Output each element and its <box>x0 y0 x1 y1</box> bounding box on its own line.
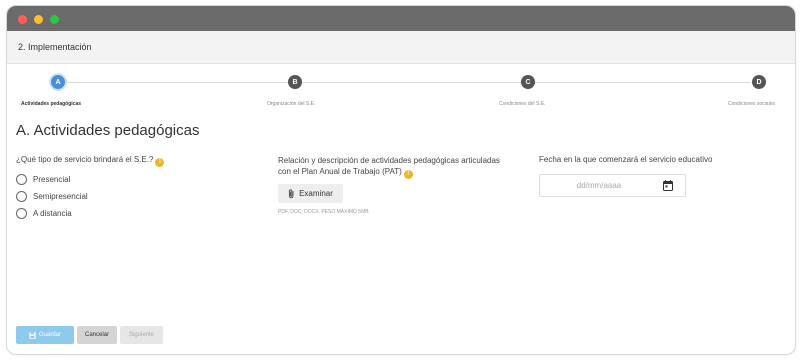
save-button-label: Guardar <box>38 332 61 338</box>
cancel-button-label: Cancelar <box>84 332 109 338</box>
radio-label: A distancia <box>33 209 72 218</box>
start-date-field[interactable] <box>539 174 686 197</box>
step-b-label[interactable]: Organización del S.E. <box>267 101 315 107</box>
radio-option-a-distancia[interactable]: A distancia <box>16 208 72 219</box>
pat-label: Relación y descripción de actividades pe… <box>278 155 500 179</box>
pat-label-line-1: Relación y descripción de actividades pe… <box>278 156 500 165</box>
file-format-hint: PDF, DOC, DOCX. PESO MÁXIMO 5MB <box>278 209 369 215</box>
service-type-label: ¿Qué tipo de servicio brindará el S.E.?! <box>16 155 165 167</box>
service-type-question: ¿Qué tipo de servicio brindará el S.E.? <box>16 155 154 164</box>
section-title: A. Actividades pedagógicas <box>16 122 200 139</box>
step-b-letter: B <box>292 78 298 86</box>
step-d-label[interactable]: Condiciones sociales <box>728 101 775 107</box>
step-d-letter: D <box>756 78 762 86</box>
start-date-label: Fecha en la que comenzará el servicio ed… <box>539 155 713 164</box>
step-c-letter: C <box>525 78 531 86</box>
next-button[interactable]: Siguiente <box>120 326 163 344</box>
radio-option-semipresencial[interactable]: Semipresencial <box>16 191 88 202</box>
start-date-input[interactable] <box>540 175 658 196</box>
browse-file-label: Examinar <box>299 189 333 198</box>
calendar-icon[interactable] <box>663 180 673 191</box>
info-icon[interactable]: ! <box>403 170 413 179</box>
paperclip-icon <box>289 188 294 198</box>
pat-label-line-2-wrap: con el Plan Anual de Trabajo (PAT)! <box>278 166 500 179</box>
step-a-letter: A <box>55 78 61 86</box>
step-d[interactable]: D <box>752 75 766 89</box>
step-c[interactable]: C <box>521 75 535 89</box>
window-titlebar <box>7 6 795 31</box>
browse-file-button[interactable]: Examinar <box>278 184 343 203</box>
step-b[interactable]: B <box>288 75 302 89</box>
radio-button[interactable] <box>16 191 27 202</box>
step-a-label[interactable]: Actividades pedagógicas <box>21 101 81 107</box>
window-maximize-button[interactable] <box>50 15 59 24</box>
radio-label: Semipresencial <box>33 192 88 201</box>
pat-label-line-2: con el Plan Anual de Trabajo (PAT) <box>278 167 402 176</box>
next-button-label: Siguiente <box>128 332 155 338</box>
cancel-button[interactable]: Cancelar <box>77 326 117 344</box>
page-header: 2. Implementación <box>7 31 795 64</box>
radio-label: Presencial <box>33 175 71 184</box>
page-title: 2. Implementación <box>18 42 92 52</box>
save-button[interactable]: Guardar <box>16 326 74 344</box>
radio-button[interactable] <box>16 174 27 185</box>
radio-button[interactable] <box>16 208 27 219</box>
step-a[interactable]: A <box>51 75 65 89</box>
window-minimize-button[interactable] <box>34 15 43 24</box>
floppy-disk-icon <box>29 331 36 339</box>
step-c-label[interactable]: Condiciones del S.E. <box>499 101 545 107</box>
info-icon[interactable]: ! <box>155 157 165 167</box>
window-close-button[interactable] <box>18 15 27 24</box>
stepper-line <box>58 82 750 83</box>
radio-option-presencial[interactable]: Presencial <box>16 174 70 185</box>
